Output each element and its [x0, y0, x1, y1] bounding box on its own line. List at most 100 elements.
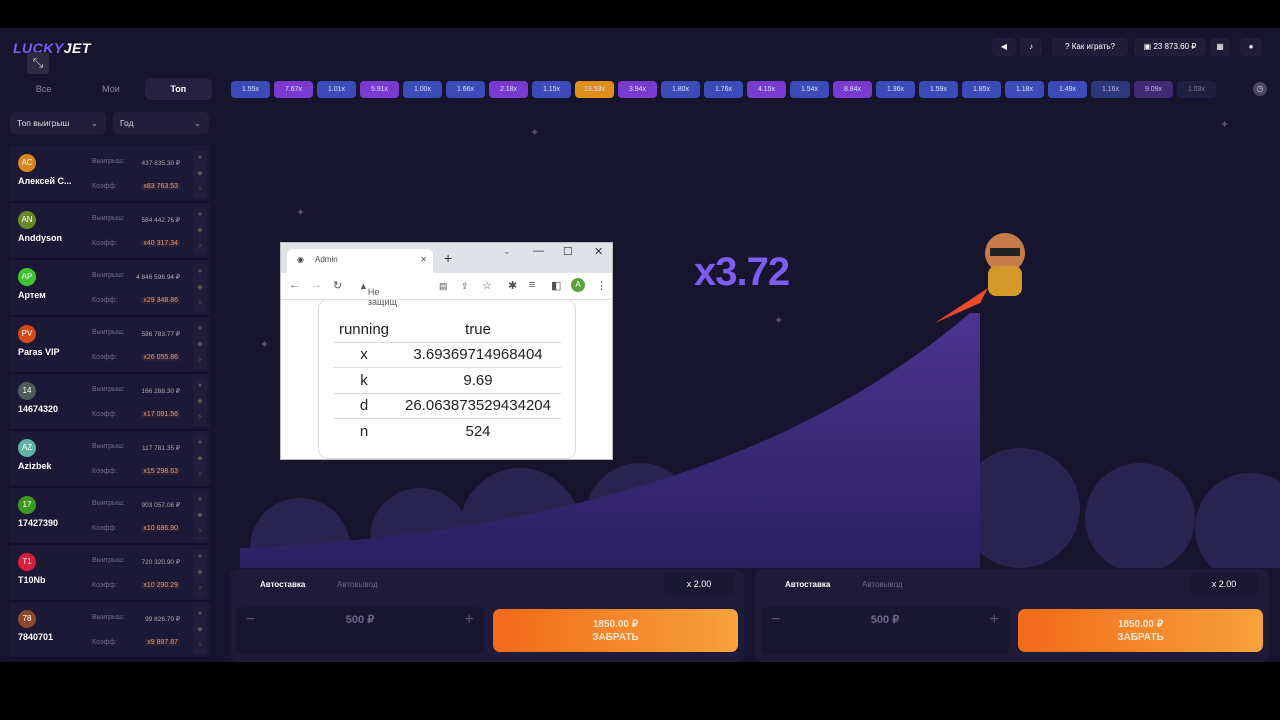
row-actions[interactable]: ● ◆ > — [193, 264, 207, 312]
info-icon[interactable]: ● — [193, 207, 207, 223]
chevron-right-icon[interactable]: > — [193, 467, 207, 483]
period-select[interactable]: Год ⌄ — [113, 112, 209, 134]
info-icon[interactable]: ● — [193, 435, 207, 451]
share-icon[interactable]: ⇪ — [461, 281, 469, 292]
row-actions[interactable]: ● ◆ > — [193, 492, 207, 540]
plus-button[interactable]: + — [990, 611, 999, 629]
row-actions[interactable]: ● ◆ > — [193, 321, 207, 369]
cashout-button[interactable]: 1850.00 ₽ ЗАБРАТЬ — [1018, 609, 1263, 652]
tab-autocashout[interactable]: Автовывод — [337, 580, 378, 589]
chevron-right-icon[interactable]: > — [193, 239, 207, 255]
coef-value: x83 763.53 — [141, 183, 180, 190]
info-icon[interactable]: ● — [193, 264, 207, 280]
extensions-icon[interactable]: ✱ — [508, 279, 517, 292]
win-label: Выигрыш: — [92, 557, 125, 564]
close-window-icon[interactable]: ✕ — [594, 245, 603, 258]
music-icon[interactable]: ♪ — [1020, 38, 1042, 56]
translate-icon[interactable]: ▤ — [439, 281, 448, 292]
bet-amount[interactable]: 500 ₽ — [236, 613, 484, 626]
shield-icon[interactable]: ◆ — [193, 337, 207, 353]
chevron-right-icon[interactable]: > — [193, 581, 207, 597]
shield-icon[interactable]: ◆ — [193, 622, 207, 638]
bet-amount[interactable]: 500 ₽ — [761, 613, 1009, 626]
row-actions[interactable]: ● ◆ > — [193, 549, 207, 597]
reload-icon[interactable]: ↻ — [333, 279, 342, 292]
new-tab-icon[interactable]: + — [444, 250, 452, 266]
menu-kebab-icon[interactable]: ⋮ — [596, 279, 607, 292]
close-tab-icon[interactable]: ✕ — [420, 249, 427, 271]
multiplier-chip: 1.59x — [919, 81, 958, 98]
info-icon[interactable]: ● — [193, 150, 207, 166]
info-icon[interactable]: ● — [193, 321, 207, 337]
avatar: AC — [18, 154, 36, 172]
info-icon[interactable]: ● — [193, 492, 207, 508]
forward-icon[interactable]: → — [311, 279, 322, 291]
chevron-right-icon[interactable]: > — [193, 410, 207, 426]
tab-autocashout[interactable]: Автовывод — [862, 580, 903, 589]
history-clock-icon[interactable]: ◷ — [1253, 82, 1267, 96]
shield-icon[interactable]: ◆ — [193, 565, 207, 581]
chevron-right-icon[interactable]: > — [193, 296, 207, 312]
top-filter-select[interactable]: Топ выигрыш ⌄ — [10, 112, 106, 134]
multiplier-chip: 1.76x — [704, 81, 743, 98]
tab-autobet[interactable]: Автоставка — [260, 580, 305, 589]
cashout-button[interactable]: 1850.00 ₽ ЗАБРАТЬ — [493, 609, 738, 652]
info-icon[interactable]: ● — [193, 549, 207, 565]
shield-icon[interactable]: ◆ — [193, 223, 207, 239]
shield-icon[interactable]: ◆ — [193, 508, 207, 524]
tab-autobet[interactable]: Автоставка — [785, 580, 830, 589]
bet-panel-1: Автоставка Автовывод x 2.00 −500 ₽ + 1850… — [230, 569, 744, 662]
bet-amount-stepper[interactable]: −500 ₽ + — [761, 607, 1009, 655]
bookmark-star-icon[interactable]: ☆ — [482, 279, 492, 292]
row-key: n — [359, 423, 369, 441]
chevron-right-icon[interactable]: > — [193, 524, 207, 540]
coef-value: x40 317.34 — [141, 240, 180, 247]
shield-icon[interactable]: ◆ — [193, 280, 207, 296]
autocashout-coef[interactable]: x 2.00 — [1189, 573, 1259, 595]
chevron-right-icon[interactable]: > — [193, 353, 207, 369]
tab-all[interactable]: Все — [10, 78, 77, 100]
info-icon[interactable]: ● — [193, 378, 207, 394]
row-actions[interactable]: ● ◆ > — [193, 606, 207, 654]
win-label: Выигрыш: — [92, 329, 125, 336]
tab-mine[interactable]: Мои — [77, 78, 144, 100]
row-value: 26.063873529434204 — [405, 397, 551, 415]
autocashout-coef[interactable]: x 2.00 — [664, 573, 734, 595]
info-icon[interactable]: ● — [193, 606, 207, 622]
plus-button[interactable]: + — [465, 611, 474, 629]
back-icon[interactable]: ← — [289, 279, 300, 291]
coef-value: x15 298.63 — [141, 468, 180, 475]
collapse-icon[interactable]: ⤡ — [27, 52, 49, 74]
star-icon: ✦ — [774, 315, 784, 327]
row-actions[interactable]: ● ◆ > — [193, 378, 207, 426]
multiplier-chip: 4.15x — [747, 81, 786, 98]
chat-icon[interactable]: ● — [1240, 38, 1262, 56]
multiplier-chip: 1.55x — [231, 81, 270, 98]
chevron-right-icon[interactable]: > — [193, 182, 207, 198]
chevron-right-icon[interactable]: > — [193, 638, 207, 654]
how-to-play-button[interactable]: ? Как играть? — [1052, 38, 1128, 56]
maximize-icon[interactable]: ☐ — [563, 245, 573, 258]
minimize-icon[interactable]: — — [533, 245, 544, 257]
profile-avatar[interactable]: A — [571, 278, 585, 292]
address-bar[interactable]: ▲ Не защищ — [359, 281, 397, 307]
sidepanel-icon[interactable]: ◧ — [551, 279, 561, 292]
menu-grid-icon[interactable]: ▦ — [1210, 38, 1230, 56]
row-actions[interactable]: ● ◆ > — [193, 435, 207, 483]
row-actions[interactable]: ● ◆ > — [193, 207, 207, 255]
shield-icon[interactable]: ◆ — [193, 451, 207, 467]
browser-toolbar: ← → ↻ ▲ Не защищ ▤ ⇪ ☆ ✱ ≡ ◧ A ⋮ — [281, 273, 612, 307]
shield-icon[interactable]: ◆ — [193, 166, 207, 182]
tab-search-icon[interactable]: ⌄ — [503, 246, 511, 257]
sound-icon[interactable]: ◀ — [992, 38, 1016, 56]
shield-icon[interactable]: ◆ — [193, 394, 207, 410]
multiplier-chip: 7.67x — [274, 81, 313, 98]
browser-window: ◉ Admin ✕ + ⌄ — ☐ ✕ ← → ↻ ▲ Не защищ ▤ ⇪ ☆… — [280, 242, 613, 460]
player-row: AC Алексей С... Выигрыш: Коэфф: 437 835.… — [10, 146, 210, 203]
tab-top[interactable]: Топ — [144, 78, 212, 100]
bet-amount-stepper[interactable]: −500 ₽ + — [236, 607, 484, 655]
browser-tab[interactable]: ◉ Admin ✕ — [287, 249, 433, 273]
media-icon[interactable]: ≡ — [529, 279, 535, 291]
win-label: Выигрыш: — [92, 443, 125, 450]
row-actions[interactable]: ● ◆ > — [193, 150, 207, 198]
